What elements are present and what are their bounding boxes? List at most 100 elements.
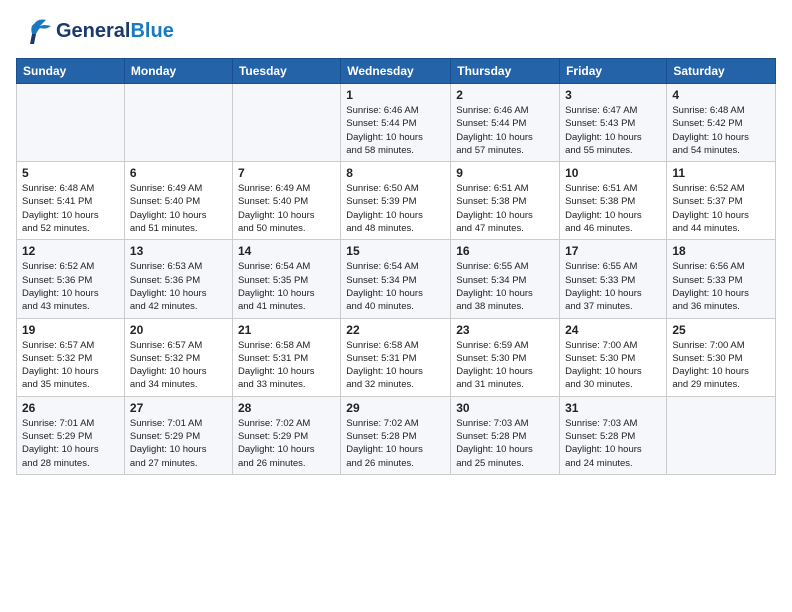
day-number: 10 [565,166,661,180]
day-info: Sunrise: 7:03 AM Sunset: 5:28 PM Dayligh… [456,417,554,470]
calendar-day-cell: 18 Sunrise: 6:56 AM Sunset: 5:33 PM Dayli… [667,240,776,318]
day-number: 19 [22,323,119,337]
calendar-day-cell: 28 Sunrise: 7:02 AM Sunset: 5:29 PM Dayli… [232,396,340,474]
calendar-week-row: 12Sunrise: 6:52 AM Sunset: 5:36 PM Dayli… [17,240,776,318]
weekday-header-cell: Friday [560,59,667,84]
calendar-day-cell: 19 Sunrise: 6:57 AM Sunset: 5:32 PM Dayli… [17,318,125,396]
calendar-day-cell: 27 Sunrise: 7:01 AM Sunset: 5:29 PM Dayli… [124,396,232,474]
calendar-week-row: 26 Sunrise: 7:01 AM Sunset: 5:29 PM Dayli… [17,396,776,474]
calendar-day-cell: 20 Sunrise: 6:57 AM Sunset: 5:32 PM Dayli… [124,318,232,396]
day-info: Sunrise: 7:03 AM Sunset: 5:28 PM Dayligh… [565,417,661,470]
day-number: 8 [346,166,445,180]
day-info: Sunrise: 7:02 AM Sunset: 5:28 PM Dayligh… [346,417,445,470]
day-number: 24 [565,323,661,337]
calendar-week-row: 5 Sunrise: 6:48 AM Sunset: 5:41 PM Daylig… [17,162,776,240]
calendar-day-cell: 23Sunrise: 6:59 AM Sunset: 5:30 PM Dayli… [451,318,560,396]
calendar-body: 1 Sunrise: 6:46 AM Sunset: 5:44 PM Daylig… [17,84,776,475]
calendar-week-row: 19 Sunrise: 6:57 AM Sunset: 5:32 PM Dayli… [17,318,776,396]
day-number: 13 [130,244,227,258]
day-number: 22 [346,323,445,337]
day-number: 5 [22,166,119,180]
day-info: Sunrise: 6:47 AM Sunset: 5:43 PM Dayligh… [565,104,661,157]
day-info: Sunrise: 6:49 AM Sunset: 5:40 PM Dayligh… [130,182,227,235]
calendar-day-cell [667,396,776,474]
day-info: Sunrise: 6:55 AM Sunset: 5:34 PM Dayligh… [456,260,554,313]
day-number: 11 [672,166,770,180]
day-info: Sunrise: 6:52 AM Sunset: 5:36 PM Dayligh… [22,260,119,313]
calendar-day-cell: 16 Sunrise: 6:55 AM Sunset: 5:34 PM Dayli… [451,240,560,318]
day-info: Sunrise: 7:02 AM Sunset: 5:29 PM Dayligh… [238,417,335,470]
day-info: Sunrise: 7:00 AM Sunset: 5:30 PM Dayligh… [672,339,770,392]
calendar-table: SundayMondayTuesdayWednesdayThursdayFrid… [16,58,776,475]
weekday-header-cell: Monday [124,59,232,84]
calendar-day-cell: 31 Sunrise: 7:03 AM Sunset: 5:28 PM Dayli… [560,396,667,474]
day-number: 23 [456,323,554,337]
weekday-header-cell: Tuesday [232,59,340,84]
day-number: 30 [456,401,554,415]
day-number: 25 [672,323,770,337]
day-number: 17 [565,244,661,258]
weekday-header-cell: Saturday [667,59,776,84]
calendar-day-cell: 21 Sunrise: 6:58 AM Sunset: 5:31 PM Dayli… [232,318,340,396]
day-number: 6 [130,166,227,180]
day-info: Sunrise: 6:54 AM Sunset: 5:35 PM Dayligh… [238,260,335,313]
calendar-day-cell: 1 Sunrise: 6:46 AM Sunset: 5:44 PM Daylig… [341,84,451,162]
day-number: 29 [346,401,445,415]
day-number: 15 [346,244,445,258]
day-number: 1 [346,88,445,102]
weekday-header-cell: Thursday [451,59,560,84]
day-number: 4 [672,88,770,102]
day-info: Sunrise: 6:58 AM Sunset: 5:31 PM Dayligh… [346,339,445,392]
day-info: Sunrise: 6:50 AM Sunset: 5:39 PM Dayligh… [346,182,445,235]
day-info: Sunrise: 6:56 AM Sunset: 5:33 PM Dayligh… [672,260,770,313]
calendar-day-cell: 3 Sunrise: 6:47 AM Sunset: 5:43 PM Daylig… [560,84,667,162]
calendar-day-cell: 24Sunrise: 7:00 AM Sunset: 5:30 PM Dayli… [560,318,667,396]
day-number: 18 [672,244,770,258]
calendar-day-cell: 14 Sunrise: 6:54 AM Sunset: 5:35 PM Dayli… [232,240,340,318]
calendar-day-cell: 2 Sunrise: 6:46 AM Sunset: 5:44 PM Daylig… [451,84,560,162]
day-number: 2 [456,88,554,102]
day-info: Sunrise: 6:49 AM Sunset: 5:40 PM Dayligh… [238,182,335,235]
day-info: Sunrise: 7:01 AM Sunset: 5:29 PM Dayligh… [130,417,227,470]
calendar-day-cell [17,84,125,162]
day-info: Sunrise: 6:52 AM Sunset: 5:37 PM Dayligh… [672,182,770,235]
day-info: Sunrise: 6:51 AM Sunset: 5:38 PM Dayligh… [565,182,661,235]
calendar-day-cell: 29 Sunrise: 7:02 AM Sunset: 5:28 PM Dayli… [341,396,451,474]
day-info: Sunrise: 6:54 AM Sunset: 5:34 PM Dayligh… [346,260,445,313]
weekday-header-row: SundayMondayTuesdayWednesdayThursdayFrid… [17,59,776,84]
day-number: 21 [238,323,335,337]
day-number: 16 [456,244,554,258]
day-number: 26 [22,401,119,415]
day-number: 20 [130,323,227,337]
day-info: Sunrise: 6:46 AM Sunset: 5:44 PM Dayligh… [346,104,445,157]
calendar-day-cell: 26Sunrise: 7:01 AM Sunset: 5:29 PM Dayli… [17,396,125,474]
calendar-day-cell [124,84,232,162]
logo-bird-icon [16,16,54,46]
calendar-day-cell: 5 Sunrise: 6:48 AM Sunset: 5:41 PM Daylig… [17,162,125,240]
day-info: Sunrise: 6:48 AM Sunset: 5:42 PM Dayligh… [672,104,770,157]
page-header: GeneralBlue [16,16,776,46]
calendar-day-cell [232,84,340,162]
day-info: Sunrise: 6:48 AM Sunset: 5:41 PM Dayligh… [22,182,119,235]
calendar-day-cell: 9Sunrise: 6:51 AM Sunset: 5:38 PM Daylig… [451,162,560,240]
calendar-day-cell: 17Sunrise: 6:55 AM Sunset: 5:33 PM Dayli… [560,240,667,318]
calendar-day-cell: 10 Sunrise: 6:51 AM Sunset: 5:38 PM Dayli… [560,162,667,240]
calendar-day-cell: 15 Sunrise: 6:54 AM Sunset: 5:34 PM Dayli… [341,240,451,318]
day-number: 31 [565,401,661,415]
day-number: 3 [565,88,661,102]
day-info: Sunrise: 6:46 AM Sunset: 5:44 PM Dayligh… [456,104,554,157]
day-number: 14 [238,244,335,258]
calendar-day-cell: 8 Sunrise: 6:50 AM Sunset: 5:39 PM Daylig… [341,162,451,240]
day-number: 28 [238,401,335,415]
day-info: Sunrise: 6:57 AM Sunset: 5:32 PM Dayligh… [130,339,227,392]
day-number: 27 [130,401,227,415]
calendar-day-cell: 25 Sunrise: 7:00 AM Sunset: 5:30 PM Dayli… [667,318,776,396]
day-info: Sunrise: 6:57 AM Sunset: 5:32 PM Dayligh… [22,339,119,392]
calendar-day-cell: 13Sunrise: 6:53 AM Sunset: 5:36 PM Dayli… [124,240,232,318]
day-info: Sunrise: 6:58 AM Sunset: 5:31 PM Dayligh… [238,339,335,392]
calendar-week-row: 1 Sunrise: 6:46 AM Sunset: 5:44 PM Daylig… [17,84,776,162]
calendar-day-cell: 30 Sunrise: 7:03 AM Sunset: 5:28 PM Dayli… [451,396,560,474]
calendar-day-cell: 22 Sunrise: 6:58 AM Sunset: 5:31 PM Dayli… [341,318,451,396]
day-number: 7 [238,166,335,180]
calendar-day-cell: 6 Sunrise: 6:49 AM Sunset: 5:40 PM Daylig… [124,162,232,240]
